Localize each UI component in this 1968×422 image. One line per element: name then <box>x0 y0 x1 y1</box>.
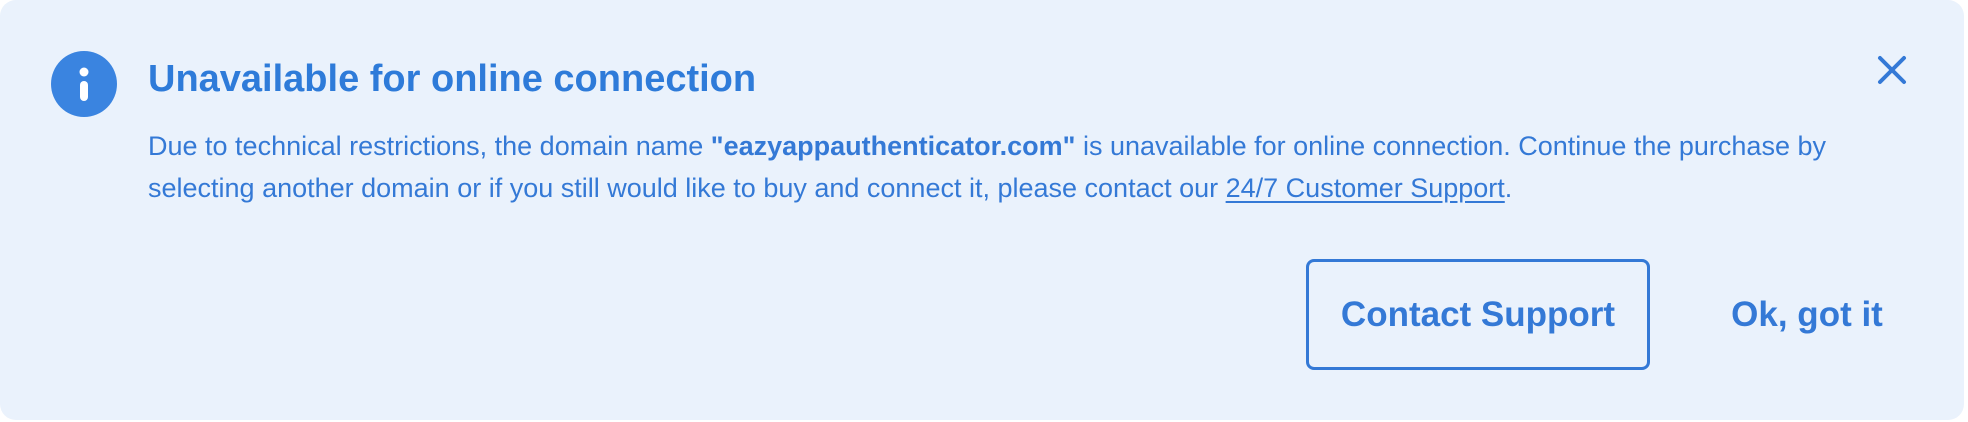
alert-message: Due to technical restrictions, the domai… <box>148 125 1848 209</box>
alert-banner: Unavailable for online connection Due to… <box>0 0 1964 420</box>
alert-title: Unavailable for online connection <box>148 58 757 100</box>
customer-support-link[interactable]: 24/7 Customer Support <box>1226 173 1505 203</box>
message-text: Due to technical restrictions, the domai… <box>148 131 711 161</box>
close-icon[interactable] <box>1874 52 1910 88</box>
info-icon <box>51 51 117 117</box>
contact-support-button[interactable]: Contact Support <box>1306 259 1650 370</box>
domain-name: "eazyappauthenticator.com" <box>710 131 1076 161</box>
message-end: . <box>1504 173 1513 203</box>
ok-got-it-button[interactable]: Ok, got it <box>1700 259 1914 370</box>
